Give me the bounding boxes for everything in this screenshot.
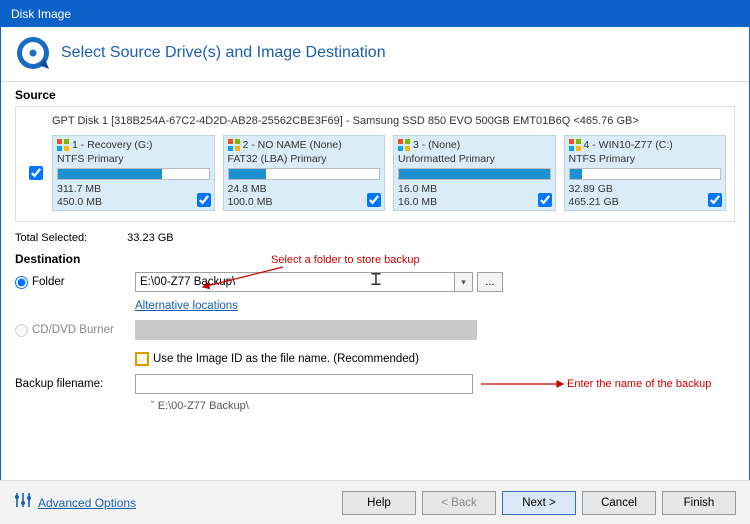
- backup-filename-label: Backup filename:: [15, 378, 135, 390]
- finish-button[interactable]: Finish: [662, 491, 736, 515]
- partition-type: Unformatted Primary: [398, 153, 551, 165]
- partition-used: 16.0 MB: [398, 183, 551, 196]
- total-selected-row: Total Selected: 33.23 GB: [1, 226, 749, 250]
- alternative-locations-link[interactable]: Alternative locations: [135, 300, 238, 312]
- use-image-id-checkbox[interactable]: [135, 352, 149, 366]
- destination-cd-radio: [15, 324, 28, 337]
- partition-card[interactable]: 1 - Recovery (G:) NTFS Primary 311.7 MB450…: [52, 135, 215, 211]
- annotation-arrow-filename: [475, 377, 565, 391]
- destination-section-label: Destination: [1, 250, 749, 270]
- partition-type: NTFS Primary: [569, 153, 722, 165]
- partition-checkbox[interactable]: [538, 193, 552, 207]
- partition-card[interactable]: 3 - (None) Unformatted Primary 16.0 MB16.0…: [393, 135, 556, 211]
- destination-folder-radio[interactable]: [15, 276, 28, 289]
- partition-checkbox[interactable]: [197, 193, 211, 207]
- partition-used: 24.8 MB: [228, 183, 381, 196]
- annotation-enter-name: Enter the name of the backup: [567, 378, 711, 390]
- use-image-id-row[interactable]: Use the Image ID as the file name. (Reco…: [135, 352, 735, 366]
- window-titlebar: Disk Image: [1, 1, 749, 27]
- total-selected-label: Total Selected:: [15, 232, 87, 244]
- usage-bar: [57, 168, 210, 180]
- partition-card[interactable]: 2 - NO NAME (None) FAT32 (LBA) Primary 24.…: [223, 135, 386, 211]
- usage-bar: [569, 168, 722, 180]
- partition-title: 3 - (None): [413, 139, 460, 151]
- windows-logo-icon: [569, 139, 581, 151]
- folder-radio-label[interactable]: Folder: [15, 276, 135, 289]
- windows-logo-icon: [398, 139, 410, 151]
- folder-dropdown-button[interactable]: ▾: [455, 272, 473, 292]
- partition-total: 100.0 MB: [228, 196, 381, 209]
- disk-descriptor: GPT Disk 1 [318B254A-67C2-4D2D-AB28-2556…: [24, 113, 726, 135]
- partition-total: 465.21 GB: [569, 196, 722, 209]
- partition-title: 1 - Recovery (G:): [72, 139, 153, 151]
- use-image-id-label: Use the Image ID as the file name. (Reco…: [153, 353, 419, 365]
- partition-type: FAT32 (LBA) Primary: [228, 153, 381, 165]
- partition-title: 4 - WIN10-Z77 (C:): [584, 139, 673, 151]
- source-panel: GPT Disk 1 [318B254A-67C2-4D2D-AB28-2556…: [15, 106, 735, 222]
- backup-filename-input[interactable]: [135, 374, 473, 394]
- next-button[interactable]: Next >: [502, 491, 576, 515]
- total-selected-value: 33.23 GB: [127, 232, 173, 244]
- disk-icon: [15, 35, 51, 71]
- select-all-partitions-checkbox[interactable]: [29, 166, 43, 180]
- cancel-button[interactable]: Cancel: [582, 491, 656, 515]
- advanced-options-link[interactable]: Advanced Options: [38, 496, 136, 510]
- partition-checkbox[interactable]: [708, 193, 722, 207]
- cd-radio-label[interactable]: CD/DVD Burner: [15, 324, 135, 337]
- usage-bar: [228, 168, 381, 180]
- browse-folder-button[interactable]: ...: [477, 272, 503, 292]
- backup-path-echo: E:\00-Z77 Backup\: [151, 400, 735, 412]
- sliders-icon: [14, 491, 32, 514]
- partition-card[interactable]: 4 - WIN10-Z77 (C:) NTFS Primary 32.89 GB46…: [564, 135, 727, 211]
- partition-type: NTFS Primary: [57, 153, 210, 165]
- help-button[interactable]: Help: [342, 491, 416, 515]
- partition-total: 450.0 MB: [57, 196, 210, 209]
- source-section-label: Source: [1, 82, 749, 106]
- cd-burner-disabled-field: [135, 320, 477, 340]
- windows-logo-icon: [228, 139, 240, 151]
- windows-logo-icon: [57, 139, 69, 151]
- partition-total: 16.0 MB: [398, 196, 551, 209]
- window-title: Disk Image: [11, 7, 71, 21]
- wizard-footer: Advanced Options Help < Back Next > Canc…: [0, 480, 750, 524]
- folder-path-input[interactable]: [135, 272, 455, 292]
- partition-used: 311.7 MB: [57, 183, 210, 196]
- back-button[interactable]: < Back: [422, 491, 496, 515]
- page-title: Select Source Drive(s) and Image Destina…: [61, 44, 386, 62]
- usage-bar: [398, 168, 551, 180]
- partition-title: 2 - NO NAME (None): [243, 139, 342, 151]
- page-header: Select Source Drive(s) and Image Destina…: [1, 27, 749, 82]
- partition-checkbox[interactable]: [367, 193, 381, 207]
- partition-used: 32.89 GB: [569, 183, 722, 196]
